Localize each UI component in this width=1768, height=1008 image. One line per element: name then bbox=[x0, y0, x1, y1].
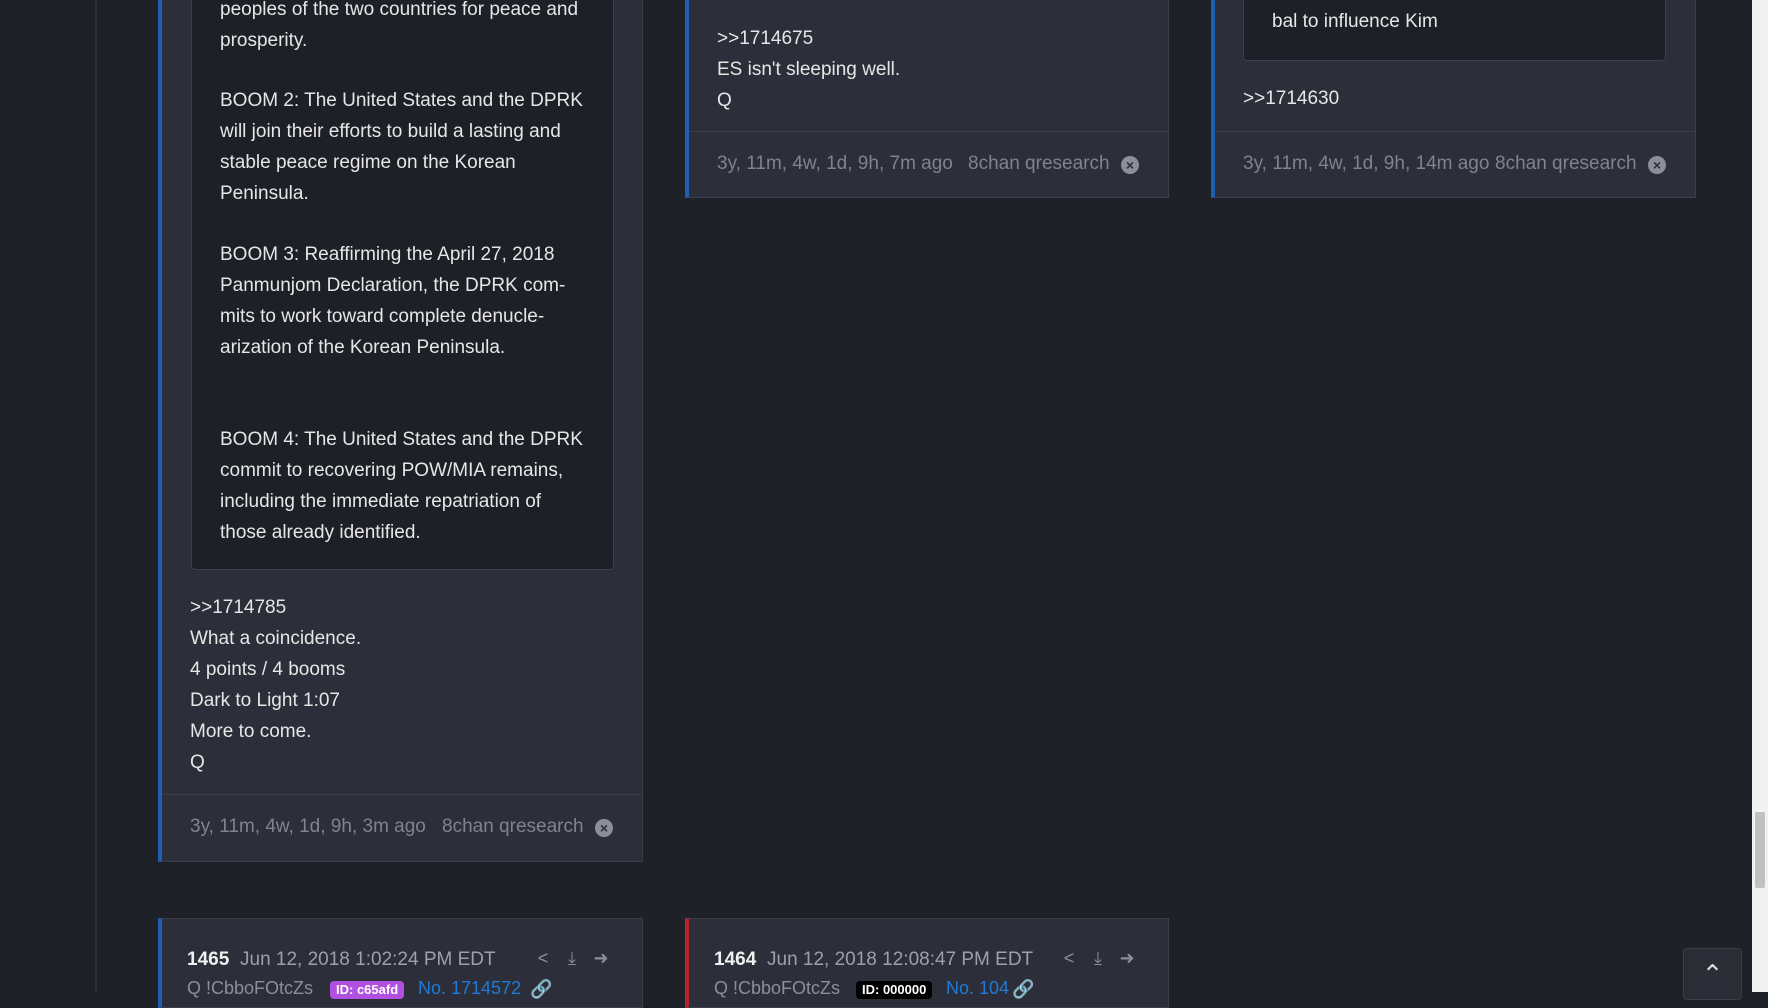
post-id-badge: ID: c65afd bbox=[330, 981, 405, 999]
post-body-right: >>1714630 bbox=[1243, 88, 1340, 109]
post-body-left: >>1714785 What a coincidence. 4 points /… bbox=[190, 597, 362, 773]
quote-text-1: peoples of the two countries for peace a… bbox=[220, 0, 579, 51]
close-circle-icon[interactable]: × bbox=[595, 819, 613, 837]
post-body-middle: >>1714675 ES isn't sleeping well. Q bbox=[717, 28, 901, 111]
quote-text-3: BOOM 3: Reaffirming the April 27, 2018 P… bbox=[220, 244, 566, 358]
share-icon[interactable]: < bbox=[532, 947, 554, 969]
arrow-right-circle-icon[interactable]: ➜ bbox=[1116, 947, 1138, 969]
post-source-left[interactable]: 8chan qresearch bbox=[442, 816, 584, 838]
footer-divider-middle bbox=[689, 131, 1168, 132]
footer-divider-right bbox=[1215, 131, 1695, 132]
post-link[interactable]: No. 104 bbox=[946, 978, 1009, 999]
footer-divider-left bbox=[162, 794, 642, 795]
scrollbar-thumb[interactable] bbox=[1755, 812, 1765, 888]
post-date: Jun 12, 2018 1:02:24 PM EDT bbox=[240, 949, 496, 970]
link-icon[interactable]: 🔗 bbox=[530, 978, 552, 1000]
chevron-up-icon: ⌃ bbox=[1701, 959, 1724, 989]
download-icon[interactable]: ⤓ bbox=[1087, 947, 1109, 969]
post-link[interactable]: No. 1714572 bbox=[418, 978, 521, 999]
post-age-right: 3y, 11m, 4w, 1d, 9h, 14m ago bbox=[1243, 153, 1490, 174]
post-age-left: 3y, 11m, 4w, 1d, 9h, 3m ago bbox=[190, 816, 426, 837]
close-circle-icon[interactable]: × bbox=[1121, 156, 1139, 174]
share-icon[interactable]: < bbox=[1058, 947, 1080, 969]
post-author: Q !CbboFOtcZs bbox=[714, 978, 841, 998]
quote-tail-right: bal to influence Kim bbox=[1272, 11, 1438, 32]
quote-text-4: BOOM 4: The United States and the DPRK c… bbox=[220, 429, 583, 543]
arrow-right-circle-icon[interactable]: ➜ bbox=[590, 947, 612, 969]
post-source-middle[interactable]: 8chan qresearch bbox=[968, 153, 1110, 175]
close-circle-icon[interactable]: × bbox=[1648, 156, 1666, 174]
link-icon[interactable]: 🔗 bbox=[1012, 978, 1034, 1000]
post-id-badge: ID: 000000 bbox=[856, 981, 933, 999]
scroll-to-top-button[interactable]: ⌃ bbox=[1683, 948, 1742, 1000]
post-source-right[interactable]: 8chan qresearch bbox=[1495, 153, 1637, 175]
left-gutter bbox=[0, 0, 97, 992]
quote-text-2: BOOM 2: The United States and the DPRK w… bbox=[220, 90, 583, 204]
post-author: Q !CbboFOtcZs bbox=[187, 978, 314, 998]
post-number: 1464 bbox=[714, 949, 757, 970]
post-number: 1465 bbox=[187, 949, 230, 970]
post-date: Jun 12, 2018 12:08:47 PM EDT bbox=[767, 949, 1034, 970]
download-icon[interactable]: ⤓ bbox=[561, 947, 583, 969]
post-age-middle: 3y, 11m, 4w, 1d, 9h, 7m ago bbox=[717, 153, 953, 174]
